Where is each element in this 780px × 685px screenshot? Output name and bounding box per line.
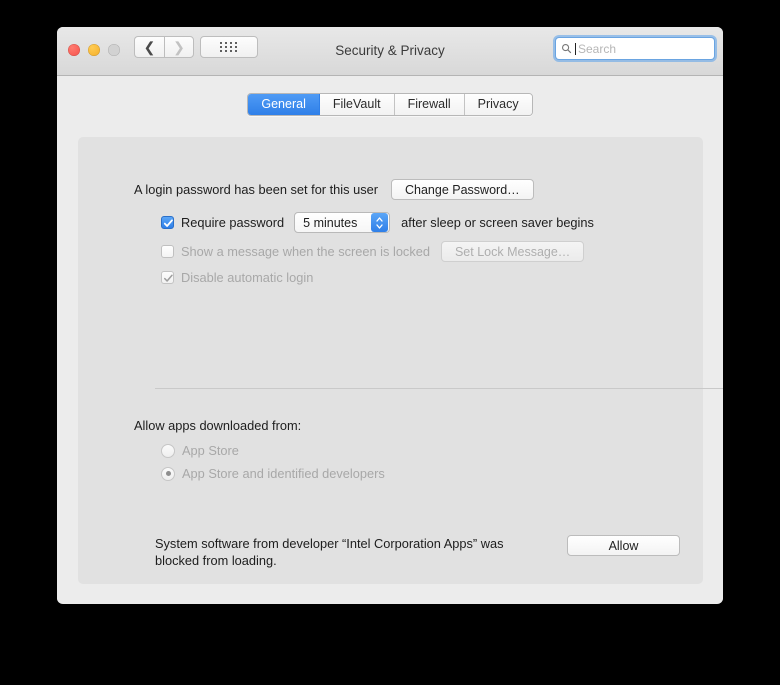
- require-password-delay-select[interactable]: 5 minutes: [294, 212, 391, 233]
- zoom-button[interactable]: [108, 44, 120, 56]
- allow-button[interactable]: Allow: [567, 535, 680, 556]
- window-body: General FileVault Firewall Privacy A log…: [57, 76, 723, 603]
- disable-auto-login-checkbox[interactable]: [161, 271, 174, 284]
- allow-apps-option-identified-developers[interactable]: App Store and identified developers: [161, 466, 385, 481]
- require-password-checkbox[interactable]: [161, 216, 174, 229]
- allow-apps-option-app-store[interactable]: App Store: [161, 443, 239, 458]
- login-password-status: A login password has been set for this u…: [134, 182, 378, 197]
- search-placeholder: Search: [578, 41, 617, 56]
- text-caret: [575, 42, 576, 55]
- radio-app-store[interactable]: [161, 443, 175, 458]
- chevron-up-icon: [376, 216, 383, 222]
- back-button[interactable]: ❮: [134, 36, 164, 58]
- tab-bar: General FileVault Firewall Privacy: [57, 93, 723, 116]
- search-icon: [562, 44, 572, 54]
- radio-selected-dot: [165, 471, 171, 476]
- traffic-lights: [68, 44, 120, 56]
- show-all-grid-icon: [220, 42, 238, 52]
- navigation-buttons: ❮ ❯: [134, 36, 194, 58]
- show-lock-message-label: Show a message when the screen is locked: [181, 244, 430, 259]
- security-privacy-window: ❮ ❯ Security & Privacy Search General Fi…: [57, 27, 723, 604]
- show-lock-message-row: Show a message when the screen is locked…: [161, 241, 585, 262]
- search-input[interactable]: Search: [556, 38, 714, 59]
- require-password-suffix: after sleep or screen saver begins: [401, 215, 594, 230]
- close-button[interactable]: [68, 44, 80, 56]
- tab-privacy[interactable]: Privacy: [464, 94, 532, 115]
- checkmark-icon: [163, 219, 173, 227]
- window-titlebar: ❮ ❯ Security & Privacy Search: [57, 27, 723, 76]
- allow-apps-heading-row: Allow apps downloaded from:: [134, 418, 301, 433]
- chevron-down-icon: [376, 223, 383, 229]
- tab-filevault[interactable]: FileVault: [319, 94, 395, 115]
- login-password-row: A login password has been set for this u…: [134, 179, 534, 200]
- section-divider: [155, 388, 723, 389]
- general-settings-panel: A login password has been set for this u…: [78, 137, 723, 584]
- radio-app-store-and-identified-developers[interactable]: [161, 466, 175, 481]
- disable-auto-login-row: Disable automatic login: [161, 270, 313, 285]
- require-password-row: Require password 5 minutes after sleep o…: [161, 212, 594, 233]
- tab-firewall[interactable]: Firewall: [394, 94, 465, 115]
- show-all-button[interactable]: [200, 36, 258, 58]
- change-password-button[interactable]: Change Password…: [391, 179, 534, 200]
- tab-general[interactable]: General: [248, 94, 320, 115]
- bottom-bar: Click the lock to make changes. Advanced…: [57, 584, 723, 604]
- radio-app-store-label: App Store: [182, 443, 239, 458]
- require-password-label: Require password: [181, 215, 285, 230]
- forward-button[interactable]: ❯: [164, 36, 194, 58]
- minimize-button[interactable]: [88, 44, 100, 56]
- stepper-arrows-icon[interactable]: [371, 213, 389, 232]
- show-lock-message-checkbox[interactable]: [161, 245, 174, 258]
- radio-identified-developers-label: App Store and identified developers: [182, 466, 385, 481]
- blocked-software-message: System software from developer “Intel Co…: [155, 536, 504, 568]
- require-password-delay-value: 5 minutes: [303, 215, 358, 230]
- chevron-right-icon: ❯: [173, 39, 185, 55]
- set-lock-message-button[interactable]: Set Lock Message…: [440, 241, 585, 262]
- chevron-left-icon: ❮: [143, 39, 156, 55]
- allow-apps-heading: Allow apps downloaded from:: [134, 418, 302, 433]
- checkmark-icon: [164, 274, 173, 282]
- disable-auto-login-label: Disable automatic login: [181, 270, 314, 285]
